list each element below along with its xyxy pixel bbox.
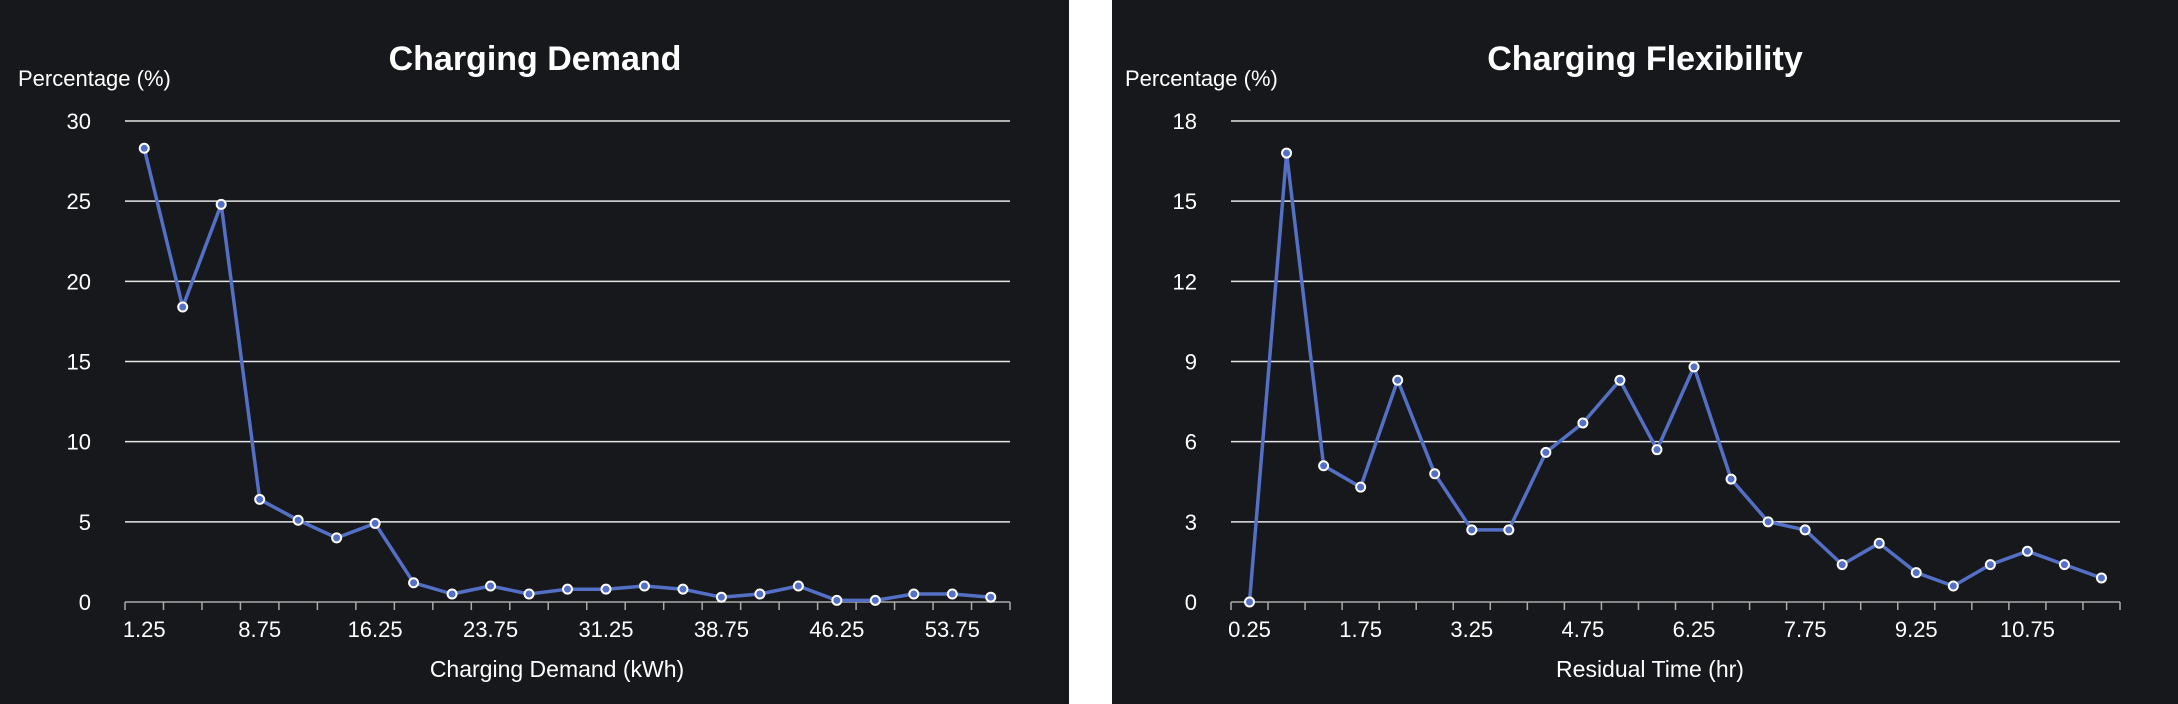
- x-tick-label: 46.25: [809, 617, 864, 642]
- x-tick-label: 8.75: [238, 617, 281, 642]
- y-tick-label: 3: [1185, 510, 1197, 535]
- y-tick-label: 25: [67, 189, 91, 214]
- data-point: [715, 591, 727, 603]
- data-point: [677, 583, 689, 595]
- y-tick-label: 12: [1173, 269, 1197, 294]
- data-point: [1762, 516, 1774, 528]
- y-tick-label: 6: [1185, 430, 1197, 455]
- data-point: [177, 301, 189, 313]
- data-point: [1947, 580, 1959, 592]
- x-tick-label: 16.25: [348, 617, 403, 642]
- data-point: [1651, 444, 1663, 456]
- y-tick-label: 20: [67, 269, 91, 294]
- data-point: [1577, 417, 1589, 429]
- y-axis-label: Percentage (%): [18, 66, 171, 91]
- x-tick-label: 53.75: [925, 617, 980, 642]
- data-point: [869, 594, 881, 606]
- x-tick-label: 38.75: [694, 617, 749, 642]
- y-tick-label: 9: [1185, 350, 1197, 375]
- data-point: [1688, 361, 1700, 373]
- data-point: [446, 588, 458, 600]
- charging-demand-chart: Charging Demand Percentage (%) Charging …: [18, 40, 1011, 682]
- x-tick-label: 0.25: [1228, 617, 1271, 642]
- y-tick-label: 18: [1173, 109, 1197, 134]
- x-tick-label: 3.25: [1450, 617, 1493, 642]
- chart-title: Charging Flexibility: [1487, 40, 1803, 78]
- data-point: [1355, 481, 1367, 493]
- x-tick-label: 7.75: [1784, 617, 1827, 642]
- data-point: [985, 591, 997, 603]
- data-point: [562, 583, 573, 595]
- data-point: [1614, 374, 1626, 386]
- x-tick-label: 6.25: [1673, 617, 1716, 642]
- data-point: [215, 198, 227, 210]
- x-tick-label: 9.25: [1895, 617, 1938, 642]
- data-point: [946, 588, 958, 600]
- charging-flexibility-chart-panel: Charging Flexibility Percentage (%) Resi…: [1112, 0, 2178, 704]
- y-tick-label: 15: [67, 350, 91, 375]
- data-point: [638, 580, 650, 592]
- data-point: [1466, 524, 1478, 536]
- x-tick-label: 10.75: [2000, 617, 2055, 642]
- series-line: [1247, 151, 2103, 603]
- data-point: [600, 583, 612, 595]
- x-tick-label: 4.75: [1561, 617, 1604, 642]
- y-axis-label: Percentage (%): [1125, 66, 1278, 91]
- data-point: [331, 532, 343, 544]
- data-point: [831, 594, 843, 606]
- data-point: [2058, 559, 2070, 571]
- data-point: [1540, 446, 1552, 458]
- charging-flexibility-chart: Charging Flexibility Percentage (%) Resi…: [1125, 40, 2121, 682]
- data-point: [1244, 596, 1256, 608]
- data-point: [1910, 567, 1922, 579]
- data-point: [1281, 147, 1293, 159]
- data-point: [2095, 572, 2107, 584]
- y-tick-label: 10: [67, 430, 91, 455]
- y-tick-label: 30: [67, 109, 91, 134]
- x-axis-label: Charging Demand (kWh): [430, 656, 684, 682]
- data-point: [1799, 524, 1811, 536]
- data-point: [792, 580, 804, 592]
- y-tick-label: 15: [1173, 189, 1197, 214]
- series-line: [142, 147, 991, 603]
- x-tick-label: 1.25: [123, 617, 166, 642]
- data-point: [1429, 468, 1441, 480]
- y-tick-label: 0: [1185, 590, 1197, 615]
- data-point: [523, 588, 535, 600]
- data-point: [408, 577, 420, 589]
- data-point: [1318, 460, 1330, 472]
- y-tick-label: 0: [79, 590, 91, 615]
- y-tick-label: 5: [79, 510, 91, 535]
- data-point: [292, 514, 304, 526]
- data-point: [369, 517, 381, 529]
- data-point: [254, 493, 266, 505]
- data-point: [2021, 545, 2033, 557]
- data-point: [1725, 473, 1737, 485]
- data-point: [1984, 559, 1996, 571]
- charging-demand-chart-panel: Charging Demand Percentage (%) Charging …: [0, 0, 1069, 704]
- data-point: [138, 142, 150, 154]
- data-point: [1392, 374, 1404, 386]
- data-point: [485, 580, 497, 592]
- data-point: [1873, 537, 1885, 549]
- data-point: [1836, 559, 1848, 571]
- data-point: [908, 588, 920, 600]
- data-point: [754, 588, 766, 600]
- x-tick-label: 23.75: [463, 617, 518, 642]
- x-tick-label: 31.25: [578, 617, 633, 642]
- data-point: [1503, 524, 1515, 536]
- x-tick-label: 1.75: [1339, 617, 1382, 642]
- chart-title: Charging Demand: [389, 40, 682, 78]
- x-axis-label: Residual Time (hr): [1556, 656, 1744, 682]
